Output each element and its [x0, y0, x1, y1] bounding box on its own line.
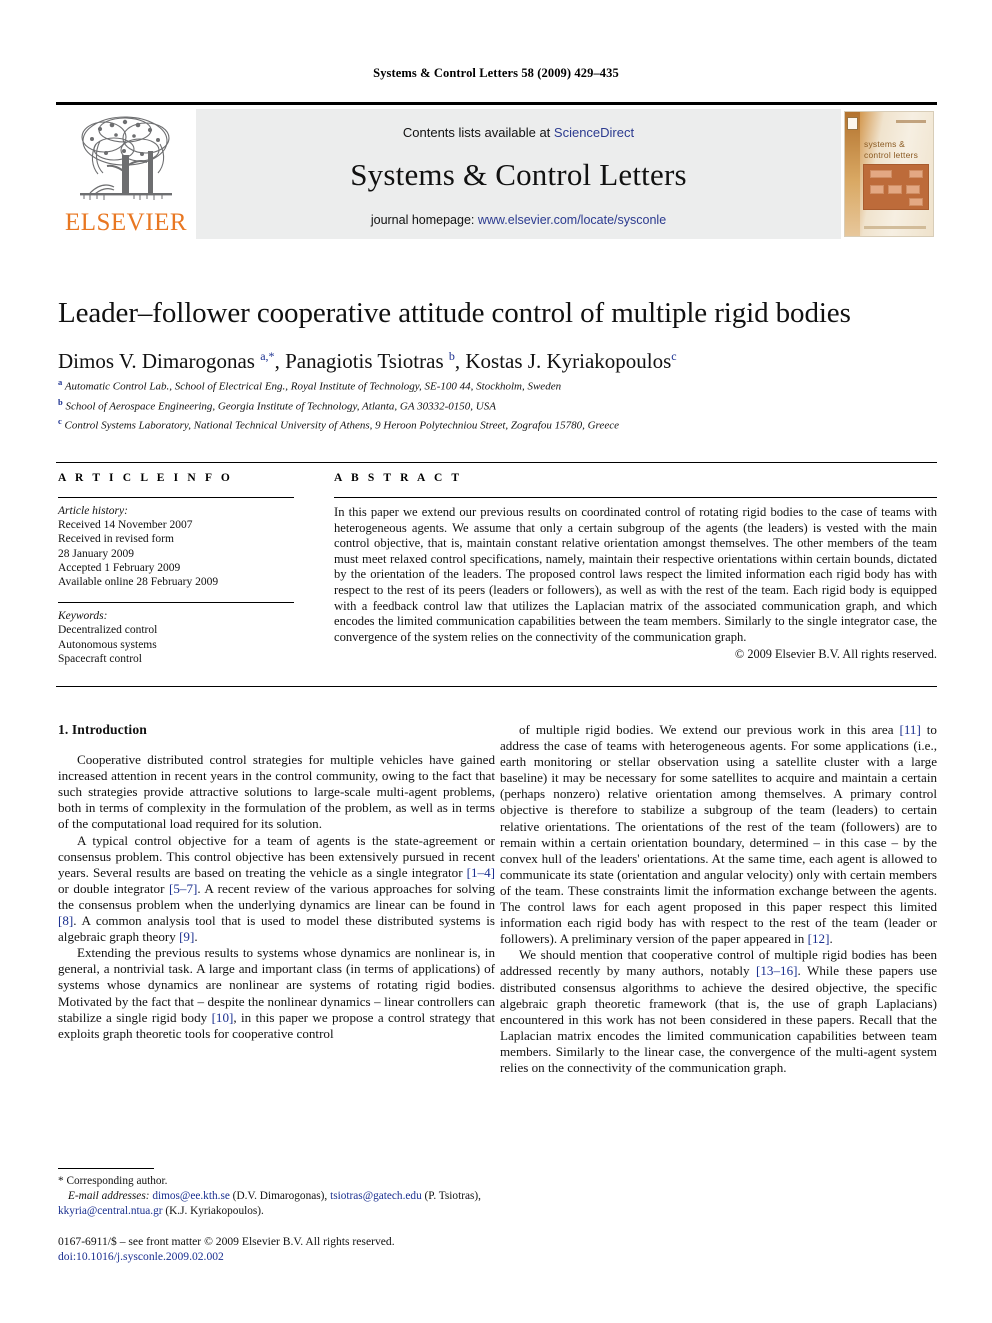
paragraph: Cooperative distributed control strategi…: [58, 752, 495, 832]
running-head: Systems & Control Letters 58 (2009) 429–…: [373, 66, 619, 80]
journal-homepage-link[interactable]: www.elsevier.com/locate/sysconle: [478, 213, 666, 227]
sciencedirect-banner: Contents lists available at ScienceDirec…: [196, 109, 841, 239]
info-block-bottom-rule: [56, 686, 937, 687]
contents-available-line: Contents lists available at ScienceDirec…: [196, 125, 841, 140]
journal-homepage-line: journal homepage: www.elsevier.com/locat…: [196, 213, 841, 227]
article-info-heading: A R T I C L E I N F O: [58, 472, 233, 484]
elsevier-wordmark: ELSEVIER: [64, 209, 188, 236]
keywords-label: Keywords:: [58, 610, 108, 623]
elsevier-tree-icon: [80, 116, 172, 200]
affiliation-b: b School of Aerospace Engineering, Georg…: [58, 395, 938, 415]
cover-block-diagram-icon: [863, 164, 929, 210]
cover-journal-title: systems & control letters: [864, 139, 919, 160]
corresponding-author-note: * Corresponding author.: [58, 1175, 168, 1187]
homepage-prefix: journal homepage:: [370, 213, 478, 227]
abstract-rule: [334, 497, 937, 498]
paragraph: Extending the previous results to system…: [58, 945, 495, 1041]
abstract-heading: A B S T R A C T: [334, 472, 463, 484]
history-item: Received in revised form: [58, 533, 174, 546]
paragraph: A typical control objective for a team o…: [58, 832, 496, 945]
history-item: Available online 28 February 2009: [58, 576, 219, 589]
history-item: 28 January 2009: [58, 547, 135, 560]
article-history-label: Article history:: [58, 505, 128, 517]
keywords-rule: [58, 602, 294, 604]
keywords: Keywords: Decentralized control Autonomo…: [58, 609, 294, 666]
affiliation-c-text: Control Systems Laboratory, National Tec…: [64, 419, 619, 432]
body-column-right: of multiple rigid bodies. We extend our …: [500, 722, 937, 1076]
contents-prefix: Contents lists available at: [402, 125, 554, 140]
elsevier-logo: ELSEVIER: [56, 109, 196, 239]
affiliation-b-mark: b: [58, 396, 63, 407]
body-column-left: 1. Introduction Cooperative distributed …: [58, 722, 495, 1042]
author-list: Dimos V. Dimarogonas a,*, Panagiotis Tsi…: [58, 349, 677, 373]
journal-cover-thumbnail: systems & control letters: [841, 109, 937, 239]
paper-page: Systems & Control Letters 58 (2009) 429–…: [0, 0, 992, 1323]
affiliation-list: a Automatic Control Lab., School of Elec…: [58, 375, 938, 434]
section-heading-introduction: 1. Introduction: [58, 722, 147, 737]
affiliation-b-text: School of Aerospace Engineering, Georgia…: [65, 400, 496, 413]
article-info-column: Article history: Received 14 November 20…: [58, 497, 294, 666]
issn-line: 0167-6911/$ – see front matter © 2009 El…: [58, 1235, 395, 1248]
cover-spine: [845, 112, 860, 236]
issn-footer: 0167-6911/$ – see front matter © 2009 El…: [58, 1235, 558, 1264]
cover-footer-line: [864, 226, 926, 229]
keyword-item: Decentralized control: [58, 624, 158, 637]
cover-elsevier-mark-icon: [847, 117, 858, 130]
doi-line[interactable]: doi:10.1016/j.sysconle.2009.02.002: [58, 1250, 558, 1265]
affiliation-a: a Automatic Control Lab., School of Elec…: [58, 375, 938, 395]
page-title: Leader–follower cooperative attitude con…: [58, 297, 851, 329]
abstract-column: In this paper we extend our previous res…: [334, 497, 937, 662]
paragraph: We should mention that cooperative contr…: [500, 947, 938, 1075]
keyword-item: Spacecraft control: [58, 652, 142, 665]
affiliation-c: c Control Systems Laboratory, National T…: [58, 414, 938, 434]
abstract-text: In this paper we extend our previous res…: [334, 505, 937, 644]
sciencedirect-link[interactable]: ScienceDirect: [554, 125, 634, 140]
journal-title: Systems & Control Letters: [350, 157, 687, 192]
keyword-item: Autonomous systems: [58, 638, 157, 651]
affiliation-a-mark: a: [58, 377, 63, 387]
info-block-top-rule: [56, 462, 937, 463]
journal-masthead: ELSEVIER Contents lists available at Sci…: [56, 102, 937, 239]
article-history: Article history: Received 14 November 20…: [58, 504, 294, 589]
history-item: Received 14 November 2007: [58, 519, 193, 532]
footnote-rule: [58, 1168, 154, 1169]
cover-issue-line: [896, 120, 926, 123]
email-addresses: E-mail addresses: dimos@ee.kth.se (D.V. …: [58, 1190, 481, 1217]
paragraph: of multiple rigid bodies. We extend our …: [500, 722, 937, 947]
affiliation-a-text: Automatic Control Lab., School of Electr…: [64, 380, 562, 393]
article-info-rule: [58, 497, 294, 498]
history-item: Accepted 1 February 2009: [58, 561, 181, 574]
affiliation-c-mark: c: [58, 416, 62, 427]
abstract-copyright: © 2009 Elsevier B.V. All rights reserved…: [734, 647, 937, 662]
footnote-block: * Corresponding author. E-mail addresses…: [58, 1174, 495, 1218]
